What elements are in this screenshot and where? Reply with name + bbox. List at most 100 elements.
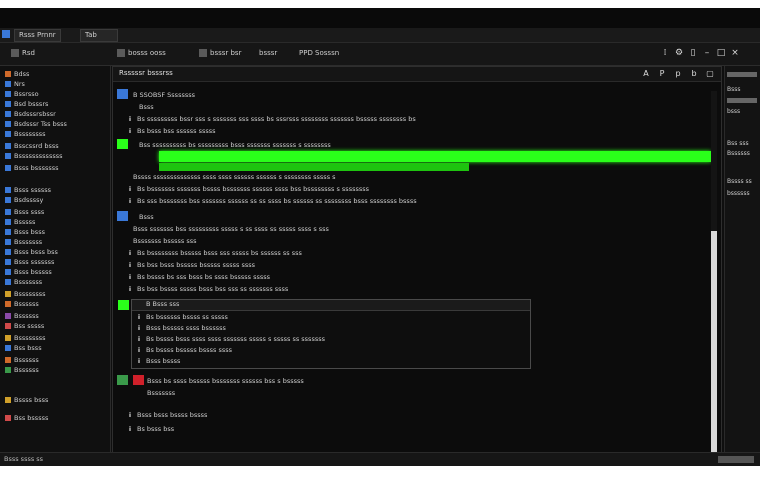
- list-item[interactable]: Bssss ssssssssssssss ssss ssss ssssss ss…: [133, 173, 733, 182]
- highlight-icon: [117, 139, 128, 149]
- folder-icon: [5, 81, 11, 87]
- right-panel-item[interactable]: Bss sss: [727, 140, 760, 148]
- sidebar-item[interactable]: Bssss bsss: [0, 396, 108, 405]
- sidebar-item[interactable]: Bssssss: [0, 356, 108, 365]
- list-item[interactable]: Bsss: [139, 103, 739, 112]
- settings-icon[interactable]: ⚙: [674, 47, 684, 59]
- detail-row[interactable]: ⅱ Bs bssssss bssss ss sssss: [136, 313, 526, 322]
- list-item[interactable]: ⅱ Bs bss bsss bsssss bsssss sssss ssss: [127, 261, 727, 270]
- file-icon: [11, 49, 19, 57]
- list-item[interactable]: ⅱ Bs bsssssss sssssss bssss bsssssss ssss…: [127, 185, 727, 194]
- detail-row[interactable]: ⅱ Bs bssss bsss ssss ssss sssssss sssss s…: [136, 335, 526, 344]
- detail-row[interactable]: ⅱ Bs bssss bsssss bssss ssss: [136, 346, 526, 355]
- toolbar-button-bosss[interactable]: bosss ooss: [114, 46, 169, 60]
- file-icon: [5, 313, 11, 319]
- sidebar-item[interactable]: Bssrsso: [0, 90, 108, 99]
- toolbar-button-ppd[interactable]: PPD Sosssn: [296, 46, 342, 60]
- toolbar-button-rsd[interactable]: Rsd: [8, 46, 38, 60]
- layout-icon[interactable]: ▯: [688, 47, 698, 59]
- list-item[interactable]: ⅱ Bs sssssssss bssr sss s sssssss sss sss…: [127, 115, 727, 124]
- scrollbar-thumb[interactable]: [711, 231, 717, 467]
- sidebar-item[interactable]: Bsscssrd bsss: [0, 142, 108, 151]
- sidebar-item[interactable]: Bssssss: [0, 366, 108, 375]
- sidebar-item[interactable]: Bsd bsssrs: [0, 100, 108, 109]
- list-item[interactable]: ⅱ Bs bsss bss: [127, 425, 727, 434]
- sidebar-item[interactable]: Bsss bsssss: [0, 268, 108, 277]
- sidebar-item[interactable]: Bsss bsss bss: [0, 248, 108, 257]
- sidebar-item[interactable]: Bssssssss: [0, 290, 108, 299]
- sidebar-item[interactable]: Bssssssss: [0, 130, 108, 139]
- folder-icon: [5, 209, 11, 215]
- sidebar-item[interactable]: Bsss ssssss: [0, 186, 108, 195]
- page-icon[interactable]: p: [673, 68, 683, 79]
- toolbar-button-bsssr-bsr[interactable]: bsssr bsr: [196, 46, 244, 60]
- sidebar-item[interactable]: Bsdsssrsbssr: [0, 110, 108, 119]
- list-item[interactable]: Bsss: [139, 213, 739, 222]
- sidebar-item[interactable]: Bss bsssss: [0, 414, 108, 423]
- list-item[interactable]: ⅱ Bsss bsss bssss bssss: [127, 411, 727, 420]
- top-bezel: [0, 0, 760, 8]
- list-item[interactable]: Bsssssss: [147, 389, 747, 398]
- maximize-icon[interactable]: □: [716, 47, 726, 59]
- sidebar-item[interactable]: Bss bsss: [0, 344, 108, 353]
- list-item[interactable]: Bsssssss bsssss sss: [133, 237, 733, 246]
- list-item[interactable]: Bsss bs ssss bsssss bsssssss ssssss bss …: [147, 377, 747, 386]
- main-panel-header: Rsssssr bsssrss A P p b ▢: [113, 67, 721, 82]
- sidebar-item[interactable]: Bsss ssss: [0, 208, 108, 217]
- sidebar-item[interactable]: Bssssss: [0, 300, 108, 309]
- sidebar-item[interactable]: Bss sssss: [0, 322, 108, 331]
- sidebar-item[interactable]: Bsssssss: [0, 278, 108, 287]
- highlighted-row[interactable]: [159, 151, 711, 162]
- list-item[interactable]: ⅱ Bs bsss bss ssssss sssss: [127, 127, 727, 136]
- list-item[interactable]: ⅱ Bs sss bsssssss bss sssssss ssssss ss s…: [127, 197, 727, 206]
- sidebar-item[interactable]: Nrs: [0, 80, 108, 89]
- right-panel-item[interactable]: Bssssss: [727, 150, 760, 158]
- sidebar-item[interactable]: Bsss sssssss: [0, 258, 108, 267]
- tab-secondary[interactable]: Tab: [80, 29, 118, 42]
- close-icon[interactable]: ×: [730, 47, 740, 59]
- sidebar-item[interactable]: Bsssss: [0, 218, 108, 227]
- minimize-icon[interactable]: –: [702, 47, 712, 59]
- sidebar-item[interactable]: Bsssssss: [0, 238, 108, 247]
- right-panel: Bsss bsss Bss sss Bssssss Bssss ss bssss…: [724, 66, 760, 458]
- app-window: Rsss Prnnr Tab Rsd bosss ooss bsssr bsr …: [0, 28, 760, 474]
- toolbar-button-bsssr[interactable]: bsssr: [256, 46, 280, 60]
- right-panel-item[interactable]: Bssss ss: [727, 178, 760, 186]
- detail-box-header: B Bsss sss: [132, 300, 530, 311]
- vertical-scrollbar[interactable]: [711, 91, 717, 471]
- sidebar-item[interactable]: Bsss bsss: [0, 228, 108, 237]
- file-icon: [5, 345, 11, 351]
- list-item[interactable]: Bss ssssssssss bs sssssssss bsss sssssss…: [139, 141, 739, 150]
- pin-icon[interactable]: ⁞: [660, 47, 670, 59]
- list-item[interactable]: ⅱ Bs bssss bs sss bsss bs ssss bsssss sss…: [127, 273, 727, 282]
- sidebar-item[interactable]: Bsss bsssssss: [0, 164, 108, 173]
- right-panel-item[interactable]: Bsss: [727, 86, 760, 94]
- right-panel-bar: [727, 72, 757, 77]
- bookmark-icon[interactable]: b: [689, 68, 699, 79]
- screen: Rsss Prnnr Tab Rsd bosss ooss bsssr bsr …: [0, 0, 760, 480]
- panel-title: Rsssssr bsssrss: [119, 69, 173, 77]
- sidebar-item[interactable]: Bsdssssy: [0, 196, 108, 205]
- tab-main[interactable]: Rsss Prnnr: [14, 29, 61, 42]
- document-icon: [117, 375, 128, 385]
- list-item[interactable]: ⅱ Bs bssssssss bsssss bsss sss sssss bs s…: [127, 249, 727, 258]
- detail-row[interactable]: ⅱ Bsss bsssss ssss bssssss: [136, 324, 526, 333]
- sidebar-item[interactable]: Bdss: [0, 70, 108, 79]
- sidebar-item[interactable]: Bssssssss: [0, 334, 108, 343]
- pin-icon[interactable]: P: [657, 68, 667, 79]
- document-icon: [117, 89, 128, 99]
- sidebar-item[interactable]: Bsdsssr Tss bsss: [0, 120, 108, 129]
- folder-icon: [5, 91, 11, 97]
- highlighted-subrow[interactable]: [159, 163, 469, 171]
- maximize-icon[interactable]: ▢: [705, 68, 715, 79]
- detail-row[interactable]: ⅱ Bsss bssss: [136, 357, 526, 366]
- folder-icon: [5, 131, 11, 137]
- sidebar-item[interactable]: Bsssssssssssss: [0, 152, 108, 161]
- right-panel-item[interactable]: bssssss: [727, 190, 760, 198]
- sidebar-item[interactable]: Bssssss: [0, 312, 108, 321]
- list-item[interactable]: ⅱ Bs bss bssss sssss bsss bss sss ss ssss…: [127, 285, 727, 294]
- font-icon[interactable]: A: [641, 68, 651, 79]
- right-panel-item[interactable]: bsss: [727, 108, 760, 116]
- list-item[interactable]: Bsss sssssss bss sssssssss sssss s ss ss…: [133, 225, 733, 234]
- folder-icon: [5, 111, 11, 117]
